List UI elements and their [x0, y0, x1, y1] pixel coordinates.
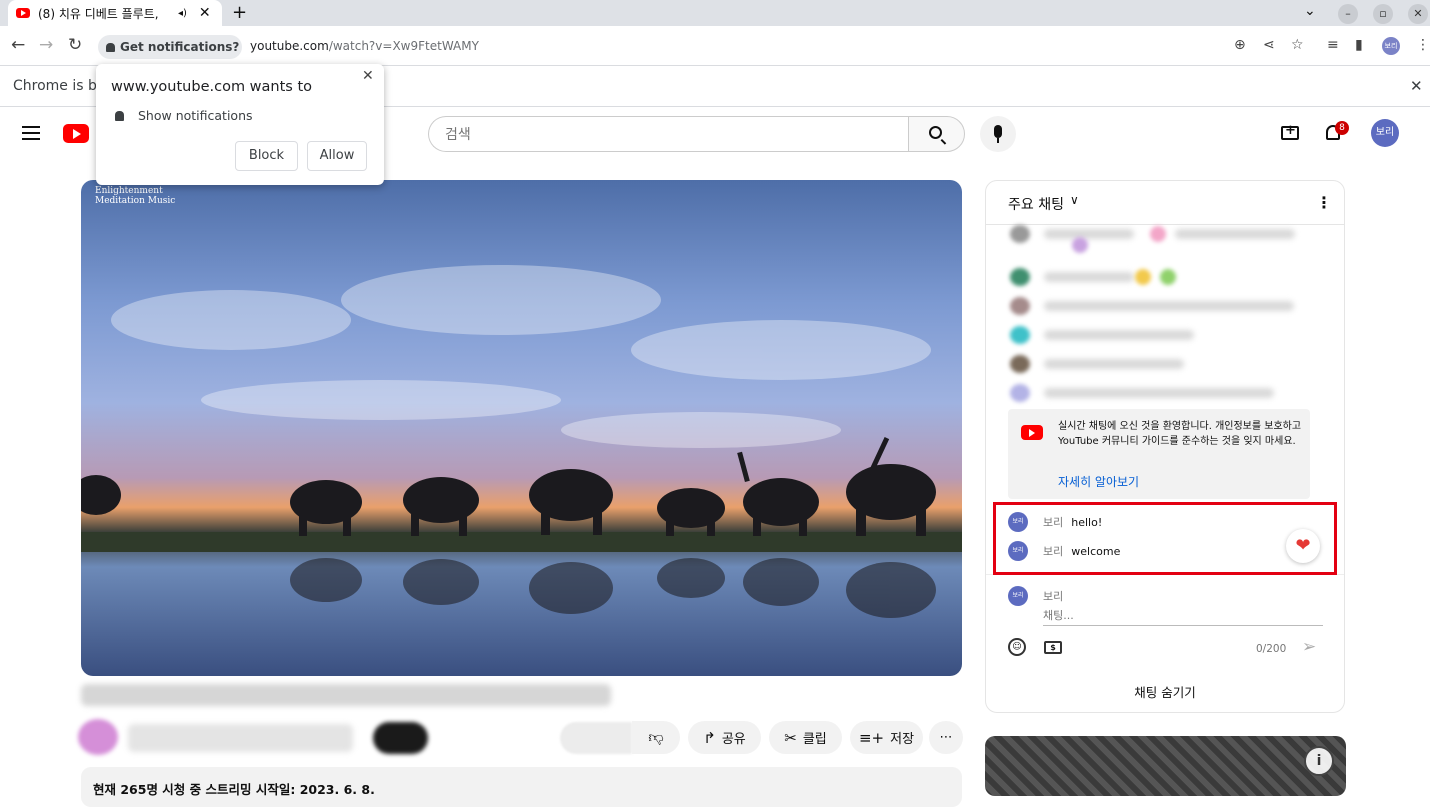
input-author-name: 보리: [1043, 590, 1064, 603]
like-button[interactable]: [560, 722, 632, 754]
description-text: 현재 265명 시청 중 스트리밍 시작일: 2023. 6. 8.: [93, 782, 375, 797]
speaker-icon[interactable]: ◂): [178, 8, 187, 19]
browser-tab[interactable]: (8) 치유 디베트 플루트, ◂) ✕: [8, 0, 222, 26]
url-path: /watch?v=Xw9FtetWAMY: [328, 39, 479, 53]
video-watermark: Enlightenment Meditation Music: [95, 186, 175, 206]
infobar-close-icon[interactable]: ✕: [1410, 77, 1423, 95]
popup-title: www.youtube.com wants to: [111, 79, 313, 95]
forward-arrow-icon[interactable]: →: [39, 35, 53, 55]
dislike-button[interactable]: 👎︎: [632, 721, 680, 754]
input-avatar: 보리: [1008, 586, 1028, 606]
reload-icon[interactable]: ↻: [68, 35, 82, 55]
new-tab-button[interactable]: +: [232, 2, 247, 23]
share-label: 공유: [721, 732, 746, 747]
send-icon[interactable]: ➢: [1302, 637, 1316, 657]
bell-icon: [106, 42, 115, 52]
hamburger-menu-icon[interactable]: [22, 126, 40, 140]
permission-chip-label: Get notifications?: [120, 40, 240, 54]
share-button[interactable]: ↱ 공유: [688, 721, 761, 754]
youtube-favicon-icon: [16, 8, 30, 18]
clip-button[interactable]: ✂ 클립: [769, 721, 842, 754]
save-button[interactable]: ≡+ 저장: [850, 721, 923, 754]
side-panel-icon[interactable]: ▮: [1355, 37, 1363, 53]
account-avatar[interactable]: 보리: [1371, 119, 1399, 147]
notification-permission-popup: www.youtube.com wants to ✕ Show notifica…: [96, 64, 384, 185]
youtube-logo[interactable]: [63, 124, 89, 143]
more-actions-button[interactable]: ⋯: [929, 721, 963, 754]
minimize-button[interactable]: –: [1338, 4, 1358, 24]
profile-avatar[interactable]: 보리: [1382, 37, 1400, 55]
chat-header: 주요 채팅 ∨ ⋮: [986, 181, 1344, 225]
create-video-icon[interactable]: [1281, 123, 1299, 140]
block-button[interactable]: Block: [235, 141, 298, 171]
save-label: 저장: [890, 732, 915, 747]
maximize-button[interactable]: ▫: [1373, 4, 1393, 24]
address-bar: ← → ↻ Get notifications? youtube.com/wat…: [0, 26, 1430, 66]
bell-icon: [115, 111, 124, 121]
allow-button[interactable]: Allow: [307, 141, 367, 171]
back-arrow-icon[interactable]: ←: [11, 35, 25, 55]
chat-mode-title[interactable]: 주요 채팅: [1008, 194, 1064, 214]
share-arrow-icon: ↱: [703, 728, 716, 747]
add-to-playlist-icon: ≡+: [858, 728, 885, 747]
recommended-video-thumbnail[interactable]: [985, 736, 1346, 796]
clip-label: 클립: [802, 732, 827, 747]
tab-search-chevron-icon[interactable]: ⌄: [1304, 3, 1316, 19]
tab-strip: (8) 치유 디베트 플루트, ◂) ✕ + ⌄ – ▫ ✕: [0, 0, 1430, 26]
chat-welcome-banner: 실시간 채팅에 오신 것을 환영합니다. 개인정보를 보호하고 YouTube …: [1008, 409, 1310, 499]
search-icon: [929, 126, 942, 139]
url-domain: youtube.com: [250, 39, 329, 53]
welcome-text: 실시간 채팅에 오신 것을 환영합니다. 개인정보를 보호하고 YouTube …: [1058, 421, 1302, 447]
infobar-text: Chrome is be: [13, 78, 106, 94]
info-icon[interactable]: i: [1304, 746, 1334, 776]
watermark-line-1: Enlightenment: [95, 186, 163, 196]
channel-name-blurred: [128, 724, 353, 752]
microphone-icon: [994, 125, 1002, 138]
bookmark-star-icon[interactable]: ☆: [1291, 37, 1304, 53]
tab-close-icon[interactable]: ✕: [199, 5, 211, 21]
highlight-annotation-box: [993, 502, 1337, 575]
media-controls-icon[interactable]: ≡: [1327, 37, 1339, 53]
share-icon[interactable]: ⋖: [1263, 37, 1275, 53]
search-input[interactable]: [428, 116, 909, 152]
notification-count-badge: 8: [1335, 121, 1349, 135]
video-frame-scene: [81, 265, 962, 618]
character-count: 0/200: [1256, 643, 1287, 655]
live-chat-panel: 주요 채팅 ∨ ⋮ 실시간 채팅에 오신 것을 환영합니다. 개인정보를 보호하…: [985, 180, 1345, 713]
channel-avatar[interactable]: [78, 719, 118, 755]
subscribe-button[interactable]: [373, 722, 428, 754]
search-button[interactable]: [908, 116, 965, 152]
chevron-down-icon[interactable]: ∨: [1070, 193, 1079, 207]
popup-close-icon[interactable]: ✕: [362, 68, 374, 84]
thumbs-down-icon: 👎︎: [648, 728, 664, 746]
url-field[interactable]: youtube.com/watch?v=Xw9FtetWAMY: [250, 39, 479, 53]
video-description[interactable]: 현재 265명 시청 중 스트리밍 시작일: 2023. 6. 8.: [81, 767, 962, 807]
chat-input-area: 보리 보리 ☺ $ 0/200 ➢: [986, 574, 1344, 686]
hide-chat-button[interactable]: 채팅 숨기기: [986, 686, 1344, 712]
install-app-icon[interactable]: ⊕: [1234, 37, 1246, 53]
popup-permission-item: Show notifications: [138, 108, 253, 123]
learn-more-link[interactable]: 자세히 알아보기: [1058, 473, 1139, 490]
youtube-logo-icon: [1021, 425, 1043, 440]
browser-menu-icon[interactable]: ⋮: [1416, 37, 1430, 53]
scissors-icon: ✂: [784, 728, 797, 747]
voice-search-button[interactable]: [980, 116, 1016, 152]
window-close-button[interactable]: ✕: [1408, 4, 1428, 24]
video-title-blurred: [81, 684, 611, 706]
chat-message-input[interactable]: [1043, 606, 1323, 626]
tab-title: (8) 치유 디베트 플루트,: [38, 6, 159, 21]
video-player[interactable]: [81, 180, 962, 676]
emoji-icon[interactable]: ☺: [1008, 638, 1026, 656]
chat-more-icon[interactable]: ⋮: [1316, 193, 1332, 212]
super-chat-dollar-icon[interactable]: $: [1044, 641, 1062, 654]
notification-permission-chip[interactable]: Get notifications?: [98, 35, 242, 59]
watermark-line-2: Meditation Music: [95, 196, 176, 206]
more-icon: ⋯: [939, 730, 953, 745]
